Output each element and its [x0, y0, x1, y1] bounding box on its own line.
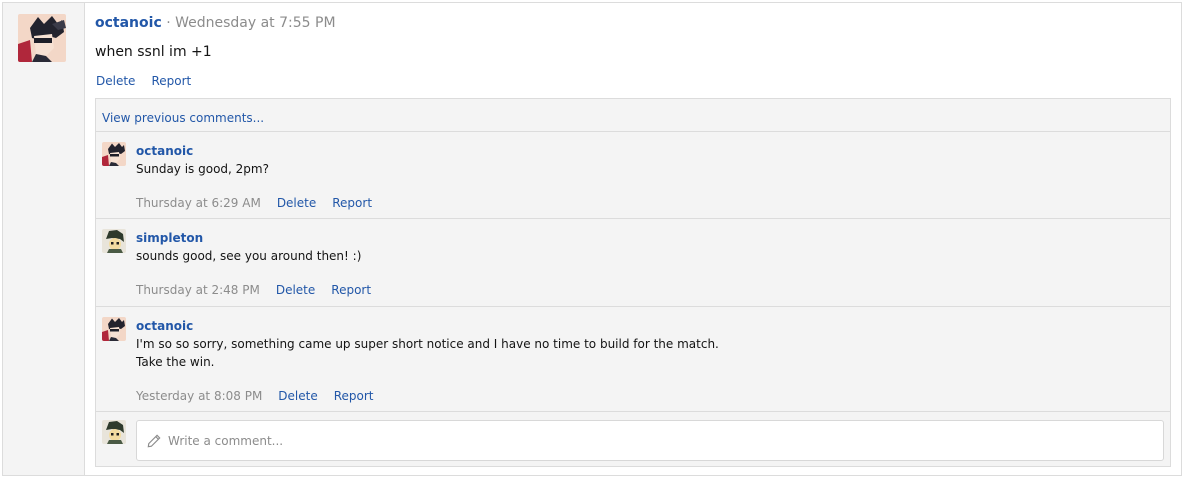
post-body-text: when ssnl im +1 — [95, 44, 212, 60]
post-author-link[interactable]: octanoic — [95, 15, 162, 31]
post-report-button[interactable]: Report — [151, 74, 191, 88]
comment-report-button[interactable]: Report — [334, 387, 374, 405]
octanoic-avatar[interactable] — [18, 14, 66, 62]
comment-timestamp: Thursday at 6:29 AM — [136, 196, 261, 210]
comment-content: octanoic Sunday is good, 2pm? Thursday a… — [136, 142, 372, 218]
current-user-avatar — [102, 420, 126, 444]
comment-content: simpleton sounds good, see you around th… — [136, 229, 371, 306]
post-avatar-column — [3, 3, 85, 475]
octanoic-avatar[interactable] — [102, 142, 126, 166]
comment-author-link[interactable]: octanoic — [136, 142, 372, 160]
comment-text-line-2: Take the win. — [136, 355, 215, 369]
comment-text-line-1: I'm so so sorry, something came up super… — [136, 337, 719, 351]
octanoic-avatar[interactable] — [102, 317, 126, 341]
comment-author-link[interactable]: simpleton — [136, 229, 371, 247]
comment-content: octanoic I'm so so sorry, something came… — [136, 317, 719, 411]
comment-report-button[interactable]: Report — [332, 194, 372, 212]
post-actions: Delete Report — [96, 74, 191, 88]
post-timestamp: · Wednesday at 7:55 PM — [166, 15, 336, 31]
profile-post: octanoic · Wednesday at 7:55 PM when ssn… — [2, 2, 1182, 476]
comment-input[interactable]: Write a comment... — [136, 420, 1164, 461]
comment-author-link[interactable]: octanoic — [136, 317, 719, 335]
comment-item: simpleton sounds good, see you around th… — [96, 219, 1170, 307]
post-header: octanoic · Wednesday at 7:55 PM — [95, 15, 336, 31]
view-previous-comments-link[interactable]: View previous comments... — [102, 111, 264, 125]
post-main: octanoic · Wednesday at 7:55 PM when ssn… — [95, 3, 1171, 475]
comment-item: octanoic I'm so so sorry, something came… — [96, 307, 1170, 412]
comment-delete-button[interactable]: Delete — [278, 387, 317, 405]
comment-report-button[interactable]: Report — [331, 281, 371, 299]
view-previous-row: View previous comments... — [96, 99, 1170, 132]
comment-footer: Yesterday at 8:08 PM Delete Report — [136, 387, 719, 405]
comment-footer: Thursday at 6:29 AM Delete Report — [136, 194, 372, 212]
comments-panel: View previous comments... octanoic Sunda… — [95, 98, 1171, 467]
comment-footer: Thursday at 2:48 PM Delete Report — [136, 281, 371, 299]
comment-timestamp: Thursday at 2:48 PM — [136, 283, 260, 297]
pencil-icon — [147, 434, 161, 447]
comment-input-placeholder: Write a comment... — [168, 433, 284, 448]
comment-item: octanoic Sunday is good, 2pm? Thursday a… — [96, 132, 1170, 219]
comment-timestamp: Yesterday at 8:08 PM — [136, 389, 263, 403]
comment-delete-button[interactable]: Delete — [277, 194, 316, 212]
comment-text: Sunday is good, 2pm? — [136, 162, 269, 176]
comment-delete-button[interactable]: Delete — [276, 281, 315, 299]
post-delete-button[interactable]: Delete — [96, 74, 135, 88]
comment-text: sounds good, see you around then! :) — [136, 249, 362, 263]
simpleton-avatar[interactable] — [102, 229, 126, 253]
comment-compose-row: Write a comment... — [96, 412, 1170, 468]
